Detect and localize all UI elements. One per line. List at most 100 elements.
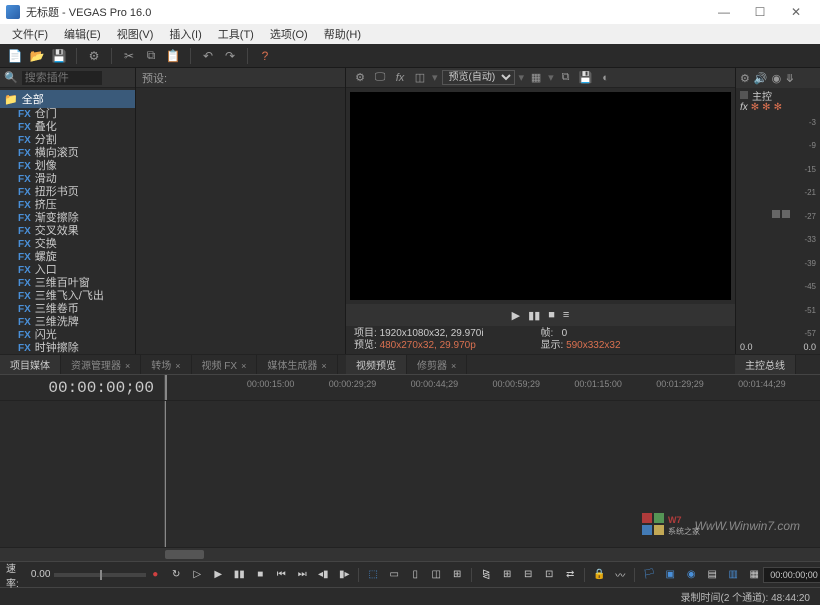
record-button[interactable]: ● xyxy=(146,566,164,584)
cd-tool-icon[interactable]: ◉ xyxy=(682,566,700,584)
meters-dim-icon[interactable]: ◉ xyxy=(772,72,782,85)
tab-close-icon[interactable]: × xyxy=(175,361,180,371)
track-headers[interactable] xyxy=(0,401,165,547)
region-tool-icon[interactable]: ▣ xyxy=(661,566,679,584)
cut-icon[interactable]: ✂ xyxy=(120,47,138,65)
tool2-icon[interactable]: ▯ xyxy=(406,566,424,584)
fx-item[interactable]: FX滑动 xyxy=(0,173,135,186)
copy-icon[interactable]: ⧉ xyxy=(142,47,160,65)
save-icon[interactable]: 💾 xyxy=(50,47,68,65)
undo-icon[interactable]: ↶ xyxy=(199,47,217,65)
fx-item[interactable]: FX叠化 xyxy=(0,121,135,134)
next-frame-button[interactable]: ▮▸ xyxy=(335,566,353,584)
tab-left[interactable]: 媒体生成器× xyxy=(257,355,337,374)
redo-icon[interactable]: ↷ xyxy=(221,47,239,65)
menu-工具[interactable]: 工具(T) xyxy=(210,26,262,42)
tab-mid[interactable]: 视频预览 xyxy=(346,355,407,374)
rate-slider[interactable] xyxy=(54,573,146,577)
minimize-button[interactable]: ― xyxy=(706,0,742,24)
master-gear2-icon[interactable]: ✻ xyxy=(762,102,770,116)
fx-item[interactable]: FX扭形书页 xyxy=(0,186,135,199)
playlist-button[interactable]: ≡ xyxy=(563,309,569,321)
fx-item[interactable]: FX三维飞入/飞出 xyxy=(0,290,135,303)
meters-settings-icon[interactable]: ⚙ xyxy=(740,72,750,85)
maximize-button[interactable]: ☐ xyxy=(742,0,778,24)
preview-external-icon[interactable]: 🖵 xyxy=(372,70,388,86)
fx-root-folder[interactable]: 📁 全部 xyxy=(0,90,135,108)
properties-icon[interactable]: ⚙ xyxy=(85,47,103,65)
more-tool1-icon[interactable]: ▤ xyxy=(703,566,721,584)
preview-save-icon[interactable]: 💾 xyxy=(578,70,594,86)
play-button-main[interactable]: ▶ xyxy=(209,566,227,584)
preview-grid-icon[interactable]: ▦ xyxy=(528,70,544,86)
tab-left[interactable]: 视频 FX× xyxy=(192,355,258,374)
automation-icon[interactable]: 〰 xyxy=(611,566,629,584)
fx-item[interactable]: FX横向滚页 xyxy=(0,147,135,160)
menu-帮助[interactable]: 帮助(H) xyxy=(316,26,369,42)
preview-copy-icon[interactable]: ⧉ xyxy=(558,70,574,86)
fx-item[interactable]: FX挤压 xyxy=(0,199,135,212)
fx-item[interactable]: FX三维百叶窗 xyxy=(0,277,135,290)
time-readout[interactable]: 00:00:00;00 xyxy=(763,567,820,583)
lock-env-icon[interactable]: 🔒 xyxy=(590,566,608,584)
fx-search-input[interactable] xyxy=(22,71,102,85)
tab-right[interactable]: 主控总线 xyxy=(735,355,796,374)
loop-button[interactable]: ↻ xyxy=(167,566,185,584)
go-end-button[interactable]: ⏭ xyxy=(293,566,311,584)
preview-split-icon[interactable]: ◫ xyxy=(412,70,428,86)
master-fx-icon[interactable]: fx xyxy=(740,102,748,116)
fx-item[interactable]: FX入口 xyxy=(0,264,135,277)
tab-close-icon[interactable]: × xyxy=(241,361,246,371)
preview-quality-select[interactable]: 预览(自动) xyxy=(442,70,515,85)
fx-item[interactable]: FX时钟擦除 xyxy=(0,342,135,354)
go-start-button[interactable]: ⏮ xyxy=(272,566,290,584)
fx-item[interactable]: FX交换 xyxy=(0,238,135,251)
normal-edit-tool-icon[interactable]: ⬚ xyxy=(364,566,382,584)
close-button[interactable]: ✕ xyxy=(778,0,814,24)
ruler-ticks[interactable]: 00:00:15:0000:00:29;2900:00:44;2900:00:5… xyxy=(165,375,820,400)
help-icon[interactable]: ? xyxy=(256,47,274,65)
tracks-area[interactable] xyxy=(165,401,820,547)
menu-选项[interactable]: 选项(O) xyxy=(262,26,316,42)
tool1-icon[interactable]: ▭ xyxy=(385,566,403,584)
tool4-icon[interactable]: ⊞ xyxy=(448,566,466,584)
fx-item[interactable]: FX划像 xyxy=(0,160,135,173)
fx-item[interactable]: FX仓门 xyxy=(0,108,135,121)
fx-item[interactable]: FX渐变擦除 xyxy=(0,212,135,225)
tab-left[interactable]: 项目媒体 xyxy=(0,355,61,374)
fx-item[interactable]: FX分割 xyxy=(0,134,135,147)
menu-编辑[interactable]: 编辑(E) xyxy=(56,26,109,42)
stop-button-main[interactable]: ■ xyxy=(251,566,269,584)
menu-视图[interactable]: 视图(V) xyxy=(109,26,162,42)
paste-icon[interactable]: 📋 xyxy=(164,47,182,65)
marker-tool-icon[interactable]: 🏳 xyxy=(640,566,658,584)
tab-left[interactable]: 转场× xyxy=(141,355,191,374)
prev-frame-button[interactable]: ◂▮ xyxy=(314,566,332,584)
tab-left[interactable]: 资源管理器× xyxy=(61,355,141,374)
new-file-icon[interactable]: 📄 xyxy=(6,47,24,65)
meters-speaker-icon[interactable]: 🔊 xyxy=(754,72,768,85)
master-gear3-icon[interactable]: ✻ xyxy=(774,102,782,116)
fx-item[interactable]: FX三维卷币 xyxy=(0,303,135,316)
more-tool2-icon[interactable]: ▥ xyxy=(724,566,742,584)
play-start-button[interactable]: ▷ xyxy=(188,566,206,584)
tab-close-icon[interactable]: × xyxy=(125,361,130,371)
snap-event-icon[interactable]: ⊡ xyxy=(540,566,558,584)
more-tool3-icon[interactable]: ▦ xyxy=(745,566,763,584)
auto-ripple-icon[interactable]: ⇄ xyxy=(561,566,579,584)
menu-文件[interactable]: 文件(F) xyxy=(4,26,56,42)
stop-button[interactable]: ■ xyxy=(548,309,555,321)
tab-mid[interactable]: 修剪器× xyxy=(407,355,467,374)
pause-button[interactable]: ▮▮ xyxy=(528,309,540,322)
fx-item[interactable]: FX三维洗牌 xyxy=(0,316,135,329)
fx-item[interactable]: FX交叉效果 xyxy=(0,225,135,238)
menu-插入[interactable]: 插入(I) xyxy=(161,26,209,42)
fx-item[interactable]: FX闪光 xyxy=(0,329,135,342)
tab-close-icon[interactable]: × xyxy=(451,361,456,371)
tool3-icon[interactable]: ◫ xyxy=(427,566,445,584)
tab-close-icon[interactable]: × xyxy=(321,361,326,371)
video-preview[interactable] xyxy=(350,92,731,300)
preview-fx-icon[interactable]: fx xyxy=(392,70,408,86)
meters-downmix-icon[interactable]: ⤋ xyxy=(785,72,794,85)
playhead-marker-icon[interactable] xyxy=(165,375,167,400)
